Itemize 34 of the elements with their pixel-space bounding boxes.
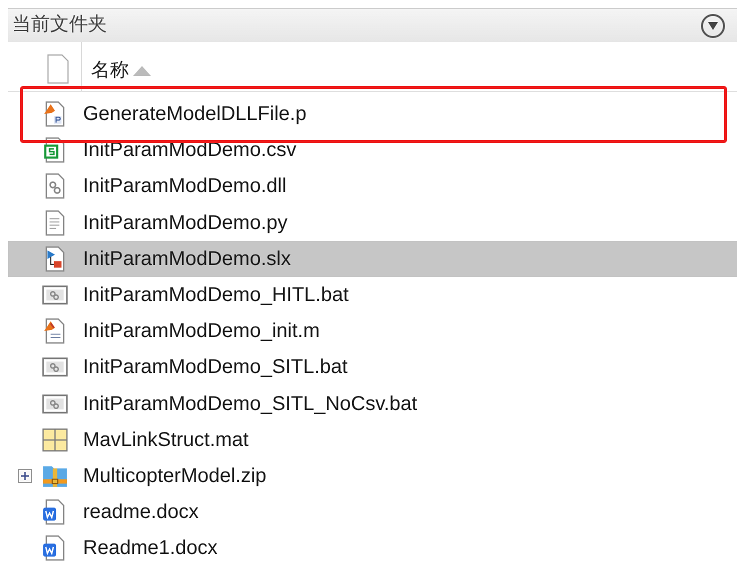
- file-row[interactable]: MulticopterModel.zip: [8, 458, 737, 494]
- file-row[interactable]: InitParamModDemo_SITL_NoCsv.bat: [8, 386, 737, 422]
- caret-icon: [708, 22, 718, 30]
- expand-button[interactable]: [18, 468, 32, 483]
- file-name: InitParamModDemo.slx: [83, 246, 291, 272]
- file-row[interactable]: MavLinkStruct.mat: [8, 422, 737, 458]
- file-row[interactable]: InitParamModDemo.csv: [8, 132, 737, 168]
- file-name: readme.docx: [83, 500, 199, 526]
- file-row[interactable]: InitParamModDemo.slx: [8, 240, 737, 277]
- file-name: InitParamModDemo_init.m: [83, 319, 320, 344]
- file-name: MavLinkStruct.mat: [83, 428, 249, 453]
- file-name: InitParamModDemo.dll: [83, 174, 286, 200]
- panel-menu-button[interactable]: [701, 14, 725, 38]
- file-name: InitParamModDemo_HITL.bat: [83, 283, 349, 308]
- file-row[interactable]: InitParamModDemo.dll: [8, 168, 737, 205]
- file-row[interactable]: InitParamModDemo_HITL.bat: [8, 276, 737, 314]
- file-name: MulticopterModel.zip: [83, 464, 266, 489]
- file-row[interactable]: Readme1.docx: [8, 530, 737, 566]
- file-row[interactable]: InitParamModDemo.py: [8, 204, 737, 241]
- file-row[interactable]: GenerateModelDLLFile.p: [8, 96, 737, 132]
- file-row[interactable]: InitParamModDemo_init.m: [8, 313, 737, 350]
- file-name: InitParamModDemo.py: [83, 210, 288, 236]
- file-name: Readme1.docx: [83, 536, 218, 562]
- grid-icon: [42, 426, 68, 453]
- file-row[interactable]: InitParamModDemo_SITL.bat: [8, 349, 737, 386]
- file-name: InitParamModDemo_SITL_NoCsv.bat: [83, 392, 418, 417]
- file-icon: [47, 54, 69, 84]
- file-name: InitParamModDemo.csv: [83, 138, 296, 164]
- plus-icon: [21, 472, 29, 480]
- name-column-header[interactable]: 名称: [82, 42, 151, 86]
- file-row[interactable]: readme.docx: [8, 494, 737, 530]
- file-name: GenerateModelDLLFile.p: [83, 102, 306, 128]
- file-name: InitParamModDemo_SITL.bat: [83, 355, 348, 380]
- panel-title: 当前文件夹: [12, 13, 107, 38]
